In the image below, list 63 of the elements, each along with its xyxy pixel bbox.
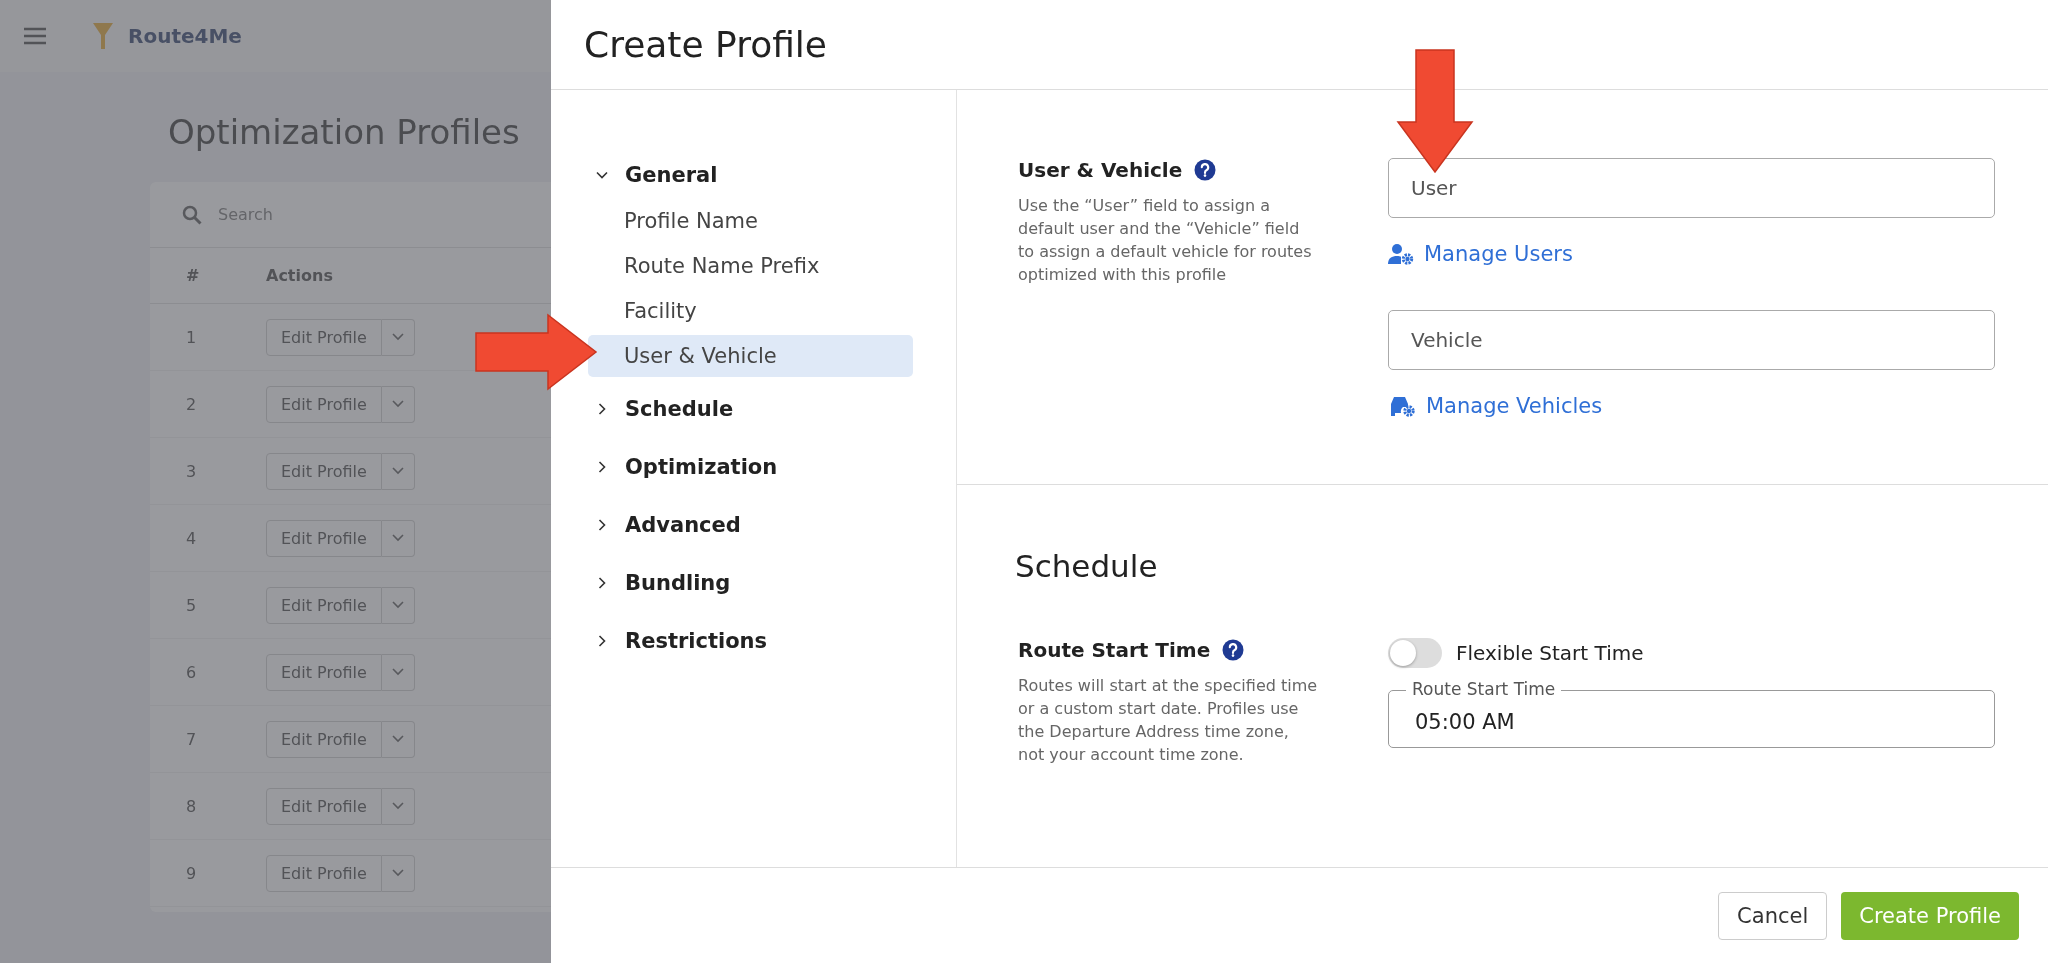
setting-description: Use the “User” field to assign a default user and the “Vehicle” field to assign a default vehicle for routes optimized with this profile bbox=[1018, 195, 1313, 286]
nav-item[interactable]: User & Vehicle bbox=[588, 335, 913, 377]
row-number: 4 bbox=[185, 528, 198, 548]
row-number: 2 bbox=[185, 394, 198, 414]
dialog-title: Create Profile bbox=[584, 24, 827, 65]
nav-group[interactable]: General bbox=[551, 150, 956, 200]
row-number: 3 bbox=[185, 461, 198, 481]
row-number: 7 bbox=[185, 729, 198, 749]
column-header: Actions bbox=[266, 266, 333, 285]
chevron-icon bbox=[391, 534, 404, 542]
dropdown-button[interactable] bbox=[381, 720, 415, 758]
row-number: 8 bbox=[185, 796, 198, 816]
setting-label: Route Start Time bbox=[1018, 638, 1211, 662]
manage-link[interactable]: Manage Users bbox=[1388, 242, 1573, 266]
dropdown-button[interactable] bbox=[381, 385, 415, 423]
chevron-icon bbox=[391, 467, 404, 475]
select-field[interactable]: Vehicle bbox=[1388, 310, 1995, 370]
search-icon bbox=[182, 204, 202, 225]
manage-link[interactable]: Manage Vehicles bbox=[1388, 394, 1603, 418]
dropdown-button[interactable] bbox=[381, 586, 415, 624]
page-title: Optimization Profiles bbox=[168, 112, 521, 152]
dropdown-button[interactable] bbox=[381, 653, 415, 691]
nav-item[interactable]: Facility bbox=[588, 290, 913, 332]
row-number: 1 bbox=[185, 327, 198, 347]
setting-description: Routes will start at the specified time or a custom start date. Profiles use the Departure Address time zone, not your account time zone. bbox=[1018, 675, 1318, 766]
dropdown-button[interactable] bbox=[381, 452, 415, 490]
arrow-icon bbox=[474, 313, 598, 391]
cancel-button[interactable]: Cancel bbox=[1718, 891, 1828, 940]
setting-label: User & Vehicle bbox=[1018, 158, 1183, 182]
arrow-icon bbox=[1396, 48, 1474, 174]
dropdown-button[interactable] bbox=[381, 318, 415, 356]
chevron-icon bbox=[391, 802, 404, 810]
row-number: 5 bbox=[185, 595, 198, 615]
nav-group[interactable]: Restrictions bbox=[551, 612, 956, 670]
menu-icon[interactable] bbox=[22, 26, 48, 46]
dropdown-button[interactable] bbox=[381, 787, 415, 825]
nav-group[interactable]: Schedule bbox=[551, 380, 956, 438]
nav-group[interactable]: Optimization bbox=[551, 438, 956, 496]
section-heading: Schedule bbox=[1015, 548, 1159, 584]
row-number: 9 bbox=[185, 863, 198, 883]
nav-item[interactable]: Profile Name bbox=[588, 200, 913, 242]
help-icon[interactable] bbox=[1222, 639, 1245, 661]
chevron-icon bbox=[391, 601, 404, 609]
toggle-switch[interactable] bbox=[1388, 638, 1442, 668]
chevron-icon bbox=[391, 668, 404, 676]
dropdown-button[interactable] bbox=[381, 519, 415, 557]
column-header: # bbox=[185, 266, 201, 285]
chevron-icon bbox=[391, 400, 404, 408]
row-number: 6 bbox=[185, 662, 198, 682]
chevron-icon bbox=[391, 333, 404, 341]
chevron-icon bbox=[391, 735, 404, 743]
nav-group[interactable]: Bundling bbox=[551, 554, 956, 612]
nav-item[interactable]: Route Name Prefix bbox=[588, 245, 913, 287]
logo-text: Route4Me bbox=[128, 24, 242, 48]
chevron-icon bbox=[391, 869, 404, 877]
dropdown-button[interactable] bbox=[381, 854, 415, 892]
logo-icon bbox=[92, 21, 114, 51]
user-gear-icon bbox=[1388, 243, 1414, 265]
select-field[interactable]: User bbox=[1388, 158, 1995, 218]
help-icon[interactable] bbox=[1194, 159, 1217, 181]
toggle-label: Flexible Start Time bbox=[1456, 641, 1644, 665]
car-gear-icon bbox=[1388, 395, 1416, 417]
nav-group[interactable]: Advanced bbox=[551, 496, 956, 554]
